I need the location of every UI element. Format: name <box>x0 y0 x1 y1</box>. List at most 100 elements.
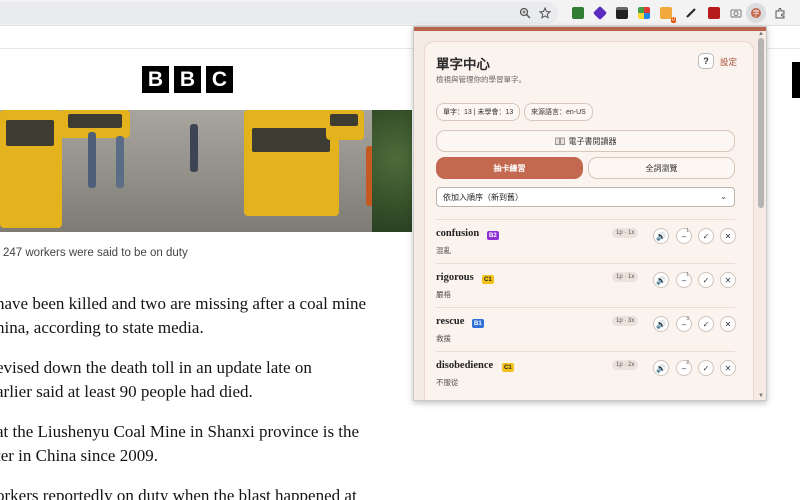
article-paragraph: arlier said at least 90 people had died. <box>0 382 253 401</box>
scroll-up-arrow[interactable]: ▲ <box>757 30 765 38</box>
bookmark-star-icon[interactable] <box>537 5 553 21</box>
speaker-button[interactable]: 🔊 <box>653 316 669 332</box>
word-row[interactable]: disobedience C1 不服從 1p · 2x 🔊 –2 ✓ ✕ <box>436 351 736 395</box>
speaker-icon: 🔊 <box>656 275 666 285</box>
close-icon: ✕ <box>724 363 732 373</box>
speaker-button[interactable]: 🔊 <box>653 360 669 376</box>
vocab-extension-icon: 字 <box>751 8 761 18</box>
word-text: disobedience <box>436 360 494 371</box>
popup-accent-bar <box>414 27 766 31</box>
article-paragraph: have been killed and two are missing aft… <box>0 294 367 313</box>
settings-link[interactable]: 設定 <box>720 56 737 68</box>
flashcard-mode-button[interactable]: 抽卡練習 <box>436 157 583 179</box>
word-meaning: 救援 <box>436 334 451 343</box>
zoom-icon[interactable] <box>517 5 533 21</box>
check-icon: ✓ <box>702 275 710 285</box>
extension-badge-icon[interactable]: 0 <box>658 5 676 23</box>
mark-learned-button[interactable]: ✓ <box>698 272 714 288</box>
word-stats: 1p · 3x <box>612 316 639 326</box>
close-icon: ✕ <box>724 275 732 285</box>
extension-badge-count: 0 <box>670 17 676 23</box>
cefr-level-badge: B2 <box>487 231 499 240</box>
header-edge-block <box>792 62 800 98</box>
book-icon <box>554 137 565 145</box>
sort-order-select[interactable]: 依加入順序（新到舊） ⌄ <box>436 187 735 207</box>
scroll-down-arrow[interactable]: ▼ <box>757 392 765 400</box>
word-row[interactable]: confusion B2 混亂 1p · 1x 🔊 –1 ✓ ✕ <box>436 219 736 263</box>
check-icon: ✓ <box>702 319 710 329</box>
word-row[interactable]: rigorous C1 嚴格 1p · 1x 🔊 –1 ✓ ✕ <box>436 263 736 307</box>
browse-all-button[interactable]: 全詞瀏覽 <box>588 157 735 179</box>
cefr-level-badge: C1 <box>502 363 514 372</box>
remove-word-button[interactable]: ✕ <box>720 228 736 244</box>
article-paragraph: hina, according to state media. <box>0 318 204 337</box>
article-paragraph: ter in China since 2009. <box>0 446 158 465</box>
counter-value: 3 <box>686 316 689 322</box>
word-row[interactable]: rescue B1 救援 1p · 3x 🔊 –3 ✓ ✕ <box>436 307 736 351</box>
remove-word-button[interactable]: ✕ <box>720 316 736 332</box>
cefr-level-badge: C1 <box>482 275 494 284</box>
popup-scrollbar[interactable]: ▲ ▼ <box>757 30 765 400</box>
pen-icon[interactable] <box>683 5 699 21</box>
cefr-level-badge: B1 <box>472 319 484 328</box>
speaker-icon: 🔊 <box>656 231 666 241</box>
extension-chart-icon[interactable] <box>570 5 586 21</box>
close-icon: ✕ <box>724 231 732 241</box>
remove-word-button[interactable]: ✕ <box>720 272 736 288</box>
extension-red-icon[interactable] <box>706 5 722 21</box>
chevron-down-icon: ⌄ <box>720 192 727 201</box>
speaker-button[interactable]: 🔊 <box>653 228 669 244</box>
speaker-icon: 🔊 <box>656 363 666 373</box>
word-stats: 1p · 2x <box>612 360 639 370</box>
word-stats: 1p · 1x <box>612 272 639 282</box>
word-count-chip: 單字：13 | 未學會：13 <box>436 103 521 121</box>
logo-letter: B <box>142 66 169 93</box>
mastery-counter-button[interactable]: –2 <box>676 360 692 376</box>
counter-value: 1 <box>686 228 689 234</box>
camera-icon[interactable] <box>728 5 744 21</box>
article-paragraph: orkers reportedly on duty when the blast… <box>0 486 357 500</box>
extension-window-icon[interactable] <box>614 5 630 21</box>
logo-letter: B <box>174 66 201 93</box>
mark-learned-button[interactable]: ✓ <box>698 360 714 376</box>
svg-text:字: 字 <box>753 9 760 18</box>
logo-letter: C <box>206 66 233 93</box>
browser-window: 0 字 B B C 247 workers were said to be on… <box>0 0 800 500</box>
word-text: rigorous <box>436 272 474 283</box>
word-meaning: 不服從 <box>436 378 459 387</box>
bbc-logo[interactable]: B B C <box>142 66 233 93</box>
check-icon: ✓ <box>702 231 710 241</box>
close-icon: ✕ <box>724 319 732 329</box>
remove-word-button[interactable]: ✕ <box>720 360 736 376</box>
scroll-thumb[interactable] <box>758 38 764 208</box>
browser-toolbar: 0 字 <box>0 0 800 26</box>
mastery-counter-button[interactable]: –1 <box>676 272 692 288</box>
word-text: rescue <box>436 316 465 327</box>
ebook-reader-button[interactable]: 電子書閱讀器 <box>436 130 735 152</box>
counter-value: 1 <box>686 272 689 278</box>
vocab-extension-popup: 單字中心 檢視與管理你的學習單字。 ? 設定 單字：13 | 未學會：13 來源… <box>413 26 767 401</box>
ebook-reader-label: 電子書閱讀器 <box>568 136 617 146</box>
mastery-counter-button[interactable]: –1 <box>676 228 692 244</box>
mastery-counter-button[interactable]: –3 <box>676 316 692 332</box>
speaker-icon: 🔊 <box>656 319 666 329</box>
counter-value: 2 <box>686 360 689 366</box>
active-extension-button[interactable]: 字 <box>746 3 766 23</box>
address-bar[interactable] <box>0 2 558 24</box>
word-meaning: 混亂 <box>436 246 451 255</box>
extension-diamond-icon[interactable] <box>592 5 608 21</box>
source-language-chip[interactable]: 來源語言：en-US <box>524 103 593 121</box>
speaker-button[interactable]: 🔊 <box>653 272 669 288</box>
popup-subtitle: 檢視與管理你的學習單字。 <box>436 75 526 84</box>
photo-caption: 247 workers were said to be on duty <box>3 247 188 259</box>
article-paragraph: evised down the death toll in an update … <box>0 358 312 377</box>
help-button[interactable]: ? <box>698 53 714 69</box>
mark-learned-button[interactable]: ✓ <box>698 316 714 332</box>
popup-title: 單字中心 <box>436 57 490 72</box>
extension-pinwheel-icon[interactable] <box>636 5 652 21</box>
word-stats: 1p · 1x <box>612 228 639 238</box>
mark-learned-button[interactable]: ✓ <box>698 228 714 244</box>
sort-order-value: 依加入順序（新到舊） <box>443 192 523 202</box>
word-text: confusion <box>436 228 480 239</box>
extensions-puzzle-icon[interactable] <box>772 5 788 21</box>
